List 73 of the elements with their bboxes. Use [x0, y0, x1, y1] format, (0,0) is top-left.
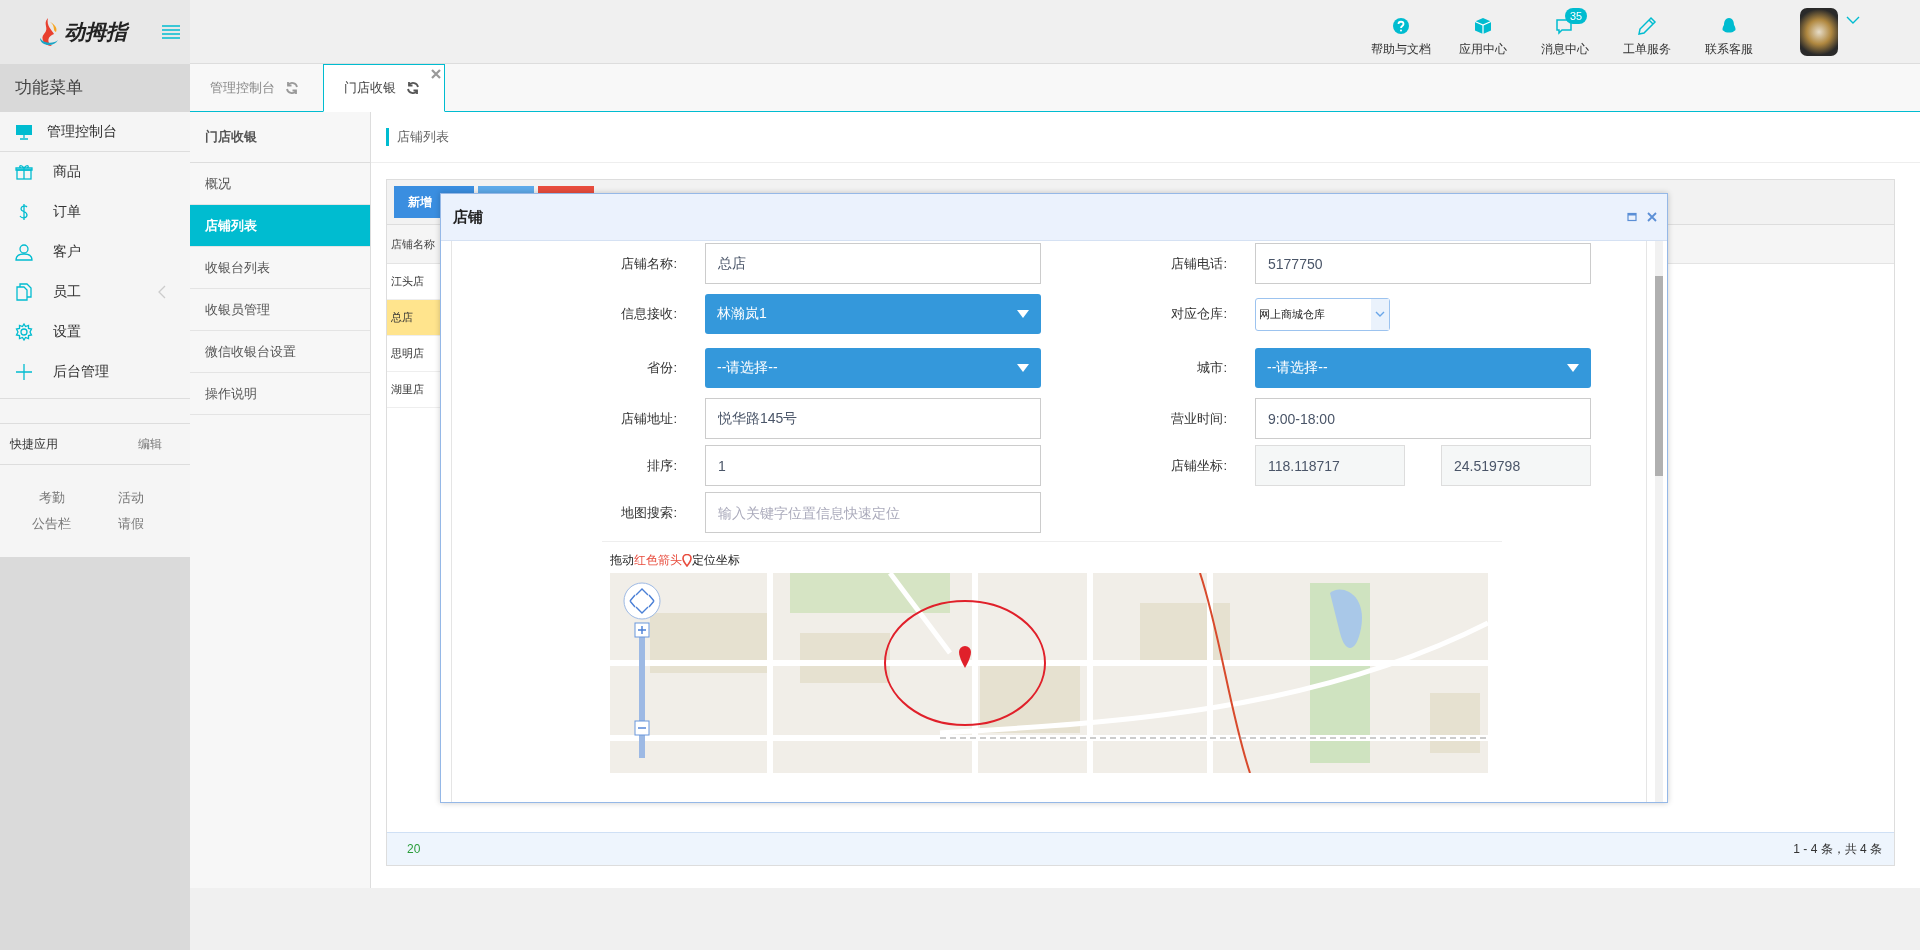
quick-apps-title: 快捷应用	[10, 435, 58, 453]
chevron-down-icon[interactable]	[1846, 15, 1860, 24]
map-hint-text: 定位坐标	[692, 552, 740, 569]
field-label: 店铺名称:	[620, 254, 677, 273]
header-nav-item[interactable]: 工单服务	[1606, 5, 1688, 58]
field-label: 信息接收:	[620, 305, 677, 323]
header-nav-item[interactable]: 35 消息中心	[1524, 5, 1606, 58]
quick-app-link[interactable]: 公告栏	[32, 515, 71, 533]
menu-item[interactable]: 后台管理	[0, 352, 190, 392]
subnav-item[interactable]: 收银员管理	[190, 289, 370, 331]
input-field[interactable]: 24.519798	[1441, 445, 1591, 486]
field-label: 省份:	[646, 359, 677, 377]
map-pin-icon	[682, 554, 692, 567]
menu-item[interactable]: 设置	[0, 312, 190, 352]
field-label: 营业时间:	[1170, 409, 1227, 428]
dropdown-triangle-icon	[1017, 310, 1029, 318]
subnav-item[interactable]: 微信收银台设置	[190, 331, 370, 373]
plus-icon	[15, 363, 33, 381]
map-drawing[interactable]	[610, 573, 1488, 773]
input-field[interactable]: 118.118717	[1255, 445, 1405, 486]
maximize-icon[interactable]	[1627, 212, 1637, 222]
close-icon[interactable]	[431, 69, 441, 79]
settings-icon	[15, 323, 33, 341]
close-icon[interactable]	[1647, 212, 1657, 222]
menu-item[interactable]: 员工	[0, 272, 190, 312]
quick-app-link[interactable]: 考勤	[38, 489, 65, 507]
gift-icon	[15, 163, 33, 181]
dropdown-triangle-icon	[1017, 364, 1029, 372]
input-field[interactable]: 5177750	[1255, 243, 1591, 284]
input-field[interactable]: 悦华路145号	[705, 398, 1041, 439]
field-label: 城市:	[1196, 359, 1227, 377]
column-header: 店铺名称	[390, 236, 435, 252]
menu-item[interactable]: 客户	[0, 232, 190, 272]
quick-app-link[interactable]: 请假	[117, 515, 144, 533]
map-hint-highlight: 红色箭头	[634, 552, 682, 569]
message-count-badge: 35	[1565, 7, 1588, 24]
menu-item[interactable]: 商品	[0, 152, 190, 192]
field-label: 排序:	[646, 456, 677, 475]
section-title: 门店收银	[190, 112, 370, 163]
refresh-icon[interactable]	[406, 81, 420, 95]
field-label: 店铺坐标:	[1170, 456, 1227, 475]
subnav-item[interactable]: 收银台列表	[190, 247, 370, 289]
field-label: 地图搜索:	[620, 503, 677, 522]
input-field[interactable]: 1	[705, 445, 1041, 486]
header-nav-item[interactable]: 帮助与文档	[1360, 5, 1442, 58]
subnav-item[interactable]: 操作说明	[190, 373, 370, 415]
breadcrumb: 店铺列表	[386, 128, 449, 146]
input-field[interactable]: 9:00-18:00	[1255, 398, 1591, 439]
map-hint-text: 拖动	[610, 552, 634, 569]
monitor-icon	[15, 122, 33, 141]
input-field[interactable]: 输入关键字位置信息快速定位	[705, 492, 1041, 533]
field-label: 店铺电话:	[1170, 254, 1227, 273]
pager-summary: 1 - 4 条，共 4 条	[1793, 840, 1882, 858]
warehouse-select[interactable]: 网上商城仓库	[1255, 297, 1390, 331]
cube-icon	[1473, 15, 1493, 36]
dropdown-triangle-icon	[1567, 364, 1579, 372]
avatar-placeholder[interactable]	[1800, 7, 1838, 56]
menu-item[interactable]: 订单	[0, 192, 190, 232]
help-icon	[1391, 15, 1411, 36]
quick-app-link[interactable]: 活动	[117, 489, 144, 507]
field-label: 店铺地址:	[620, 409, 677, 428]
field-label: 对应仓库:	[1170, 305, 1227, 323]
header-nav-item[interactable]: 应用中心	[1442, 5, 1524, 58]
input-field[interactable]: 总店	[705, 243, 1041, 284]
person-icon	[15, 243, 33, 261]
pencil-icon	[1637, 15, 1657, 36]
menu-item[interactable]: 管理控制台	[0, 112, 190, 152]
documents-icon	[15, 283, 33, 301]
header-nav-item[interactable]: 联系客服	[1688, 5, 1770, 58]
edit-link[interactable]: 编辑	[138, 435, 162, 453]
page-tab[interactable]: 门店收银	[323, 64, 445, 112]
menu-icon[interactable]	[161, 24, 181, 40]
chevron-down-icon	[1375, 311, 1385, 317]
